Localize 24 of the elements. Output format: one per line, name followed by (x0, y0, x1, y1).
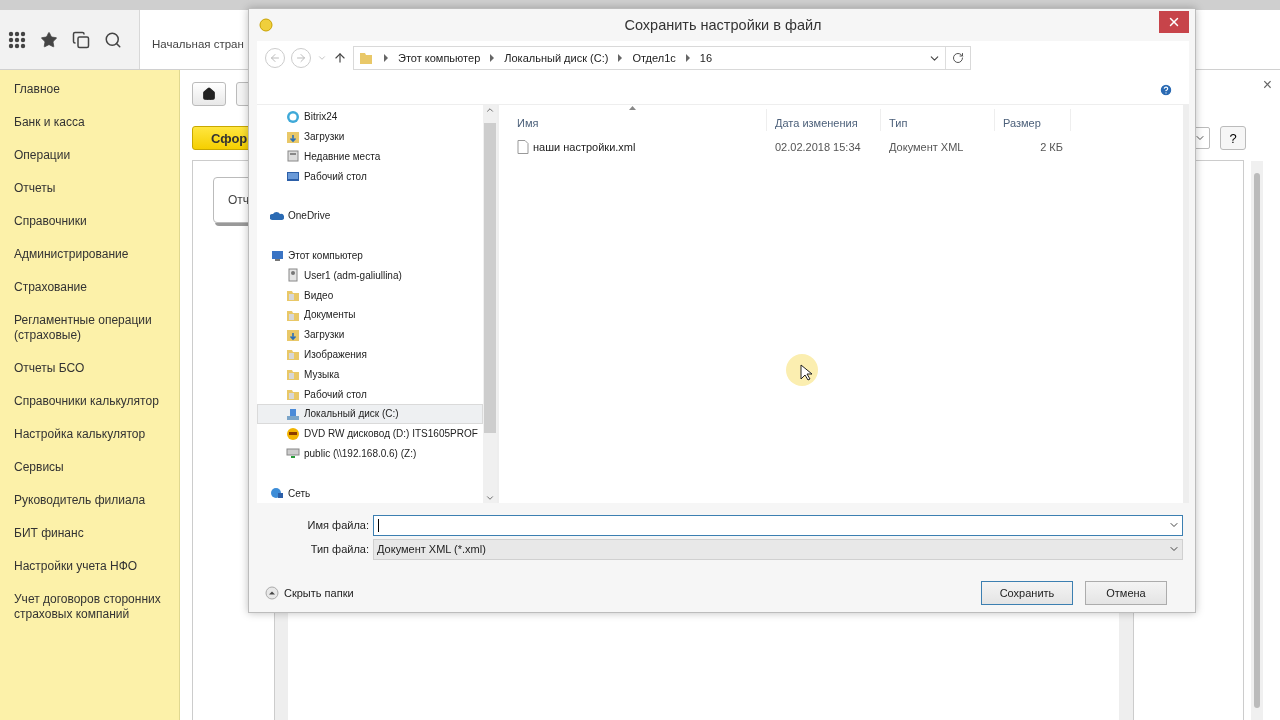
nav-label: Документы (304, 309, 356, 321)
nav-label: User1 (adm-galiullina) (304, 269, 402, 281)
nav-label: Недавние места (304, 150, 381, 162)
nav-label: Рабочий стол (304, 388, 367, 400)
field-label: Имя файла: (306, 519, 370, 531)
file-type: Документ XML (888, 141, 965, 153)
nav-label: Локальный диск (C:) (304, 408, 399, 420)
nav-label: Рабочий стол (304, 170, 367, 182)
nav-label: Сеть (288, 487, 311, 499)
nav-label: Загрузки (304, 329, 345, 341)
nav-label: Музыка (304, 368, 340, 380)
nav-label: Видео (304, 289, 334, 301)
nav-label: public (\\192.168.0.6) (Z:) (304, 447, 417, 459)
file-type-value: Документ XML (*.xml) (377, 543, 486, 555)
nav-label: Bitrix24 (304, 111, 338, 123)
nav-label: OneDrive (288, 210, 331, 222)
nav-label: Изображения (304, 348, 367, 360)
nav-label: Этот компьютер (288, 250, 363, 262)
file-date: 02.02.2018 15:34 (774, 141, 862, 153)
nav-label: Загрузки (304, 131, 345, 143)
dialog-title: Сохранить настройки в файл (624, 17, 822, 33)
nav-label: DVD RW дисковод (D:) ITS1605PROF (304, 428, 478, 440)
field-label: Тип файла: (309, 543, 370, 555)
file-size: 2 КБ (1039, 141, 1064, 153)
